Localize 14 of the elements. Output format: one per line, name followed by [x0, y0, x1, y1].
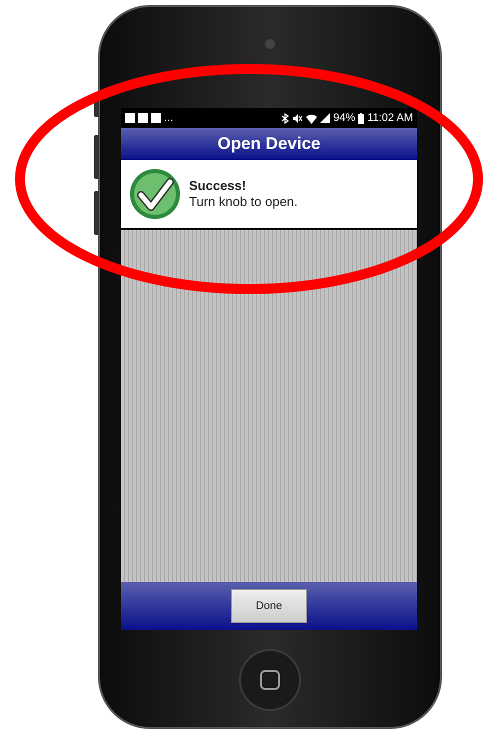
battery-percent: 94%: [333, 110, 356, 126]
overflow-indicator: ...: [164, 110, 174, 126]
battery-icon: [358, 112, 364, 124]
signal-icon: [320, 113, 330, 123]
camera-icon: [265, 39, 275, 49]
wifi-icon: [306, 112, 318, 124]
message-heading: Success!: [189, 178, 248, 194]
screen-title: Open Device: [121, 128, 417, 160]
message-text: Turn knob to open.: [189, 194, 298, 210]
checkmark-icon: [129, 168, 181, 220]
mute-icon: [292, 112, 304, 124]
clock-time: 11:02 AM: [367, 110, 413, 126]
bluetooth-icon: [281, 112, 290, 124]
done-button[interactable]: Done: [231, 589, 307, 623]
